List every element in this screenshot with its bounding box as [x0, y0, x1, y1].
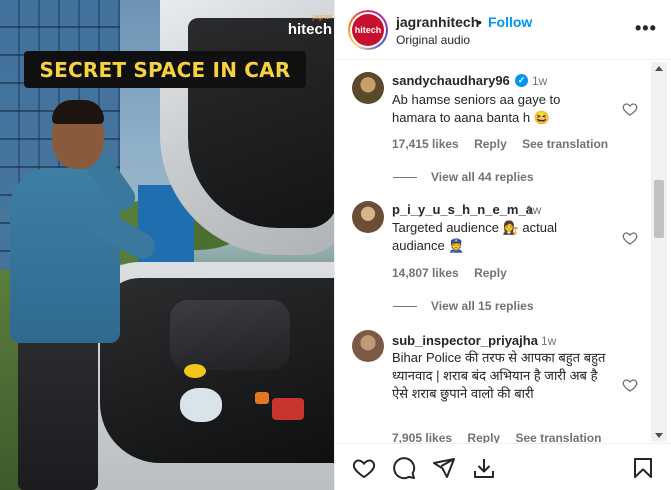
comment-time[interactable]: 1w: [532, 74, 547, 88]
follow-button[interactable]: Follow: [488, 14, 532, 30]
post-actions-bar: [335, 443, 671, 490]
view-replies-button[interactable]: View all 15 replies: [393, 299, 534, 313]
comment-icon[interactable]: [392, 456, 416, 480]
engine-cover: [170, 300, 290, 370]
watermark-logo: jagran hitech: [280, 14, 332, 40]
comment-meta: 7,905 likes Reply See translation: [392, 431, 613, 443]
comment-time[interactable]: 1w: [541, 334, 556, 348]
comment-meta: 14,807 likes Reply: [392, 266, 519, 280]
more-options-icon[interactable]: •••: [635, 18, 657, 39]
comments-list[interactable]: sandychaudhary96 ✓ 1w Ab hamse seniors a…: [335, 61, 660, 443]
verified-badge-icon: ✓: [515, 74, 528, 87]
comment-likes[interactable]: 7,905 likes: [392, 431, 452, 443]
comment-text: Ab hamse seniors aa gaye to hamara to aa…: [392, 92, 561, 125]
engine-part-red: [272, 398, 304, 420]
comment-text: Targeted audience 👩‍⚖️ actual audiance 👮: [392, 220, 558, 253]
avatar-border: hitech: [350, 12, 386, 48]
reply-button[interactable]: Reply: [474, 137, 507, 151]
avatar[interactable]: hitech: [348, 10, 388, 50]
comment-avatar[interactable]: [352, 72, 384, 104]
comment-likes[interactable]: 17,415 likes: [392, 137, 459, 151]
replies-line: [393, 306, 417, 308]
comment-like-heart-icon[interactable]: [622, 230, 638, 246]
scrollbar-thumb[interactable]: [654, 180, 664, 238]
reply-button[interactable]: Reply: [474, 266, 507, 280]
comment-username[interactable]: p_i_y_u_s_h_n_e_m_a: [392, 202, 533, 217]
avatar-logo: hitech: [352, 14, 384, 46]
post-header: hitech jagranhitech • Follow Original au…: [335, 0, 671, 60]
comments-scrollbar[interactable]: [651, 62, 667, 442]
view-replies-label: View all 44 replies: [431, 170, 534, 184]
oil-cap: [184, 364, 206, 378]
scroll-up-arrow-icon[interactable]: [655, 66, 663, 71]
video-caption: SECRET SPACE IN CAR: [24, 51, 306, 88]
comment-username[interactable]: sub_inspector_priyajha: [392, 333, 538, 348]
comment-like-heart-icon[interactable]: [622, 377, 638, 393]
replies-line: [393, 177, 417, 179]
see-translation-button[interactable]: See translation: [522, 137, 608, 151]
see-translation-button[interactable]: See translation: [515, 431, 601, 443]
comment-meta: 17,415 likes Reply See translation: [392, 137, 620, 151]
person-legs: [18, 335, 98, 490]
comment-avatar[interactable]: [352, 330, 384, 362]
coolant-reservoir: [180, 388, 222, 422]
bookmark-icon[interactable]: [631, 456, 655, 480]
comment-text: Bihar Police की तरफ से आपका बहुत बहुत ध्…: [392, 350, 606, 401]
download-icon[interactable]: [472, 456, 496, 480]
author-username[interactable]: jagranhitech: [396, 14, 479, 30]
scroll-down-arrow-icon[interactable]: [655, 433, 663, 438]
audio-label[interactable]: Original audio: [396, 33, 470, 47]
post-media[interactable]: SECRET SPACE IN CAR jagran hitech: [0, 0, 334, 490]
post-details-pane: hitech jagranhitech • Follow Original au…: [334, 0, 671, 490]
heart-icon[interactable]: [352, 456, 376, 480]
share-icon[interactable]: [432, 456, 456, 480]
car-hood-underside: [188, 18, 334, 228]
engine-part-orange: [255, 392, 269, 404]
comment-avatar[interactable]: [352, 201, 384, 233]
view-replies-label: View all 15 replies: [431, 299, 534, 313]
reply-button[interactable]: Reply: [467, 431, 500, 443]
comment-username[interactable]: sandychaudhary96: [392, 73, 510, 88]
view-replies-button[interactable]: View all 44 replies: [393, 170, 534, 184]
video-caption-text: SECRET SPACE IN CAR: [39, 57, 291, 82]
watermark-big-text: hitech: [287, 21, 332, 38]
separator-dot: •: [477, 14, 482, 30]
comment-like-heart-icon[interactable]: [622, 101, 638, 117]
person-hair: [52, 100, 104, 124]
comment-likes[interactable]: 14,807 likes: [392, 266, 459, 280]
comment-time[interactable]: 1w: [526, 203, 541, 217]
